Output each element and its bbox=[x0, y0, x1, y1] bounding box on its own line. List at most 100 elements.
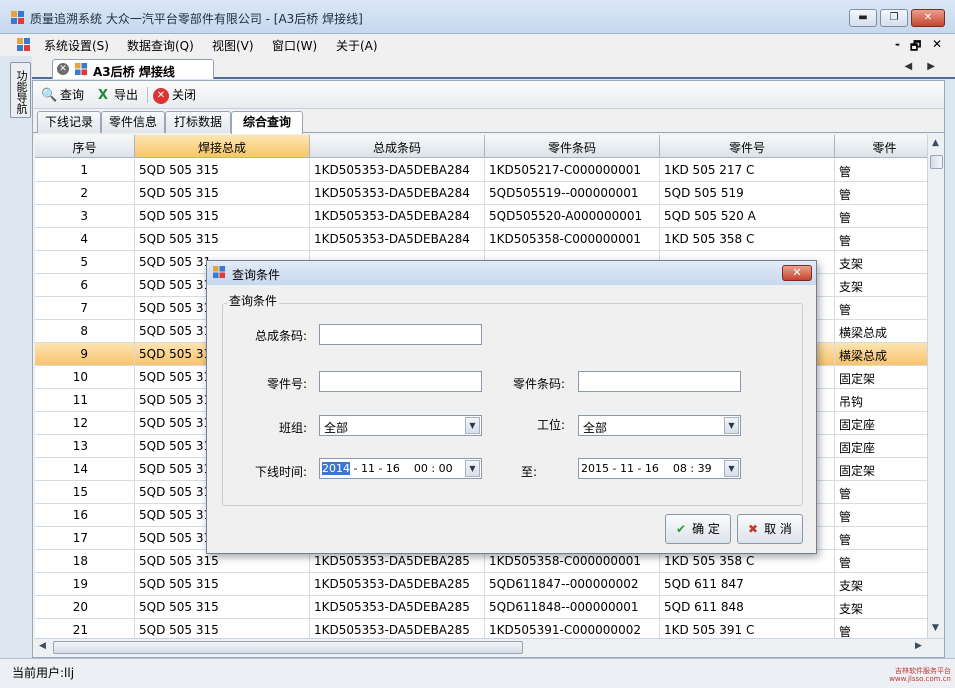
dialog-title: 查询条件 bbox=[232, 268, 281, 282]
table-cell: 21 bbox=[35, 619, 135, 638]
scroll-up-icon[interactable]: ▲ bbox=[932, 138, 939, 148]
menu-data-query[interactable]: 数据查询(Q) bbox=[127, 37, 194, 54]
table-cell: 8 bbox=[35, 320, 135, 343]
restore-button[interactable]: ❐ bbox=[880, 9, 908, 27]
table-row[interactable]: 2 5QD 505 315 1KD505353-DA5DEBA284 5QD50551… bbox=[35, 182, 927, 205]
toolbar: 🔍 查询 X 导出 ✕ 关闭 bbox=[33, 81, 944, 109]
to-datetime[interactable]: 2015 - 11 - 16 08 : 39 bbox=[581, 462, 712, 475]
table-cell: 5QD505519--000000001 bbox=[485, 182, 660, 205]
table-row[interactable]: 19 5QD 505 315 1KD505353-DA5DEBA285 5QD6118… bbox=[35, 573, 927, 596]
table-cell: 20 bbox=[35, 596, 135, 619]
menu-window[interactable]: 窗口(W) bbox=[272, 37, 317, 54]
table-cell: 5QD 505 520 A bbox=[660, 205, 835, 228]
part-barcode-label: 零件条码: bbox=[512, 377, 565, 391]
minimize-button[interactable]: ▬ bbox=[849, 9, 877, 27]
time-from-picker[interactable]: 2014 - 11 - 16 00 : 00 ▼ bbox=[319, 458, 482, 479]
column-header-col-part-barcode[interactable]: 零件条码 bbox=[485, 135, 660, 158]
menu-view[interactable]: 视图(V) bbox=[212, 37, 254, 54]
vertical-scrollbar[interactable]: ▲ ▼ bbox=[927, 135, 944, 638]
part-no-input[interactable] bbox=[319, 371, 482, 392]
function-nav-tab[interactable]: 功能导航 bbox=[10, 62, 31, 118]
doc-tab-a3-weld-line[interactable]: ✕ A3后桥 焊接线 bbox=[52, 59, 214, 79]
dialog-close-button[interactable]: ✕ bbox=[782, 265, 812, 281]
table-row[interactable]: 3 5QD 505 315 1KD505353-DA5DEBA284 5QD50552… bbox=[35, 205, 927, 228]
table-cell: 管 bbox=[835, 297, 927, 320]
from-datetime[interactable]: - 11 - 16 00 : 00 bbox=[350, 462, 452, 475]
scroll-left-icon[interactable]: ◀ bbox=[39, 641, 46, 651]
table-row[interactable]: 4 5QD 505 315 1KD505353-DA5DEBA284 1KD50535… bbox=[35, 228, 927, 251]
table-cell: 12 bbox=[35, 412, 135, 435]
part-barcode-input[interactable] bbox=[578, 371, 741, 392]
horizontal-scroll-thumb[interactable] bbox=[53, 641, 523, 654]
table-cell: 管 bbox=[835, 504, 927, 527]
calendar-dropdown-icon[interactable]: ▼ bbox=[465, 460, 480, 477]
table-cell: 支架 bbox=[835, 274, 927, 297]
export-button[interactable]: X 导出 bbox=[95, 86, 138, 104]
time-to-picker[interactable]: 2015 - 11 - 16 08 : 39 ▼ bbox=[578, 458, 741, 479]
close-panel-button[interactable]: ✕ 关闭 bbox=[153, 86, 196, 104]
chevron-down-icon[interactable]: ▼ bbox=[465, 417, 480, 434]
scroll-down-icon[interactable]: ▼ bbox=[932, 623, 939, 633]
column-header-col-part-no[interactable]: 零件号 bbox=[660, 135, 835, 158]
table-cell: 1KD505353-DA5DEBA284 bbox=[310, 228, 485, 251]
menu-system-settings[interactable]: 系统设置(S) bbox=[44, 37, 109, 54]
table-cell: 1KD505353-DA5DEBA284 bbox=[310, 182, 485, 205]
table-cell: 5QD 611 848 bbox=[660, 596, 835, 619]
table-cell: 横梁总成 bbox=[835, 343, 927, 366]
table-cell: 1KD505353-DA5DEBA285 bbox=[310, 596, 485, 619]
table-cell: 1KD 505 217 C bbox=[660, 159, 835, 182]
app-icon bbox=[11, 11, 24, 24]
column-header-col-part[interactable]: 零件 bbox=[835, 135, 927, 158]
watermark-line1: 吉林软件服务平台 bbox=[895, 667, 951, 675]
table-cell: 5QD 505 315 bbox=[135, 182, 310, 205]
mdi-restore-button[interactable]: 🗗 bbox=[910, 37, 921, 58]
tab-scroll-arrows-icon[interactable]: ◀ ▶ bbox=[904, 61, 941, 72]
chevron-down-icon[interactable]: ▼ bbox=[724, 417, 739, 434]
table-cell: 管 bbox=[835, 619, 927, 638]
mdi-close-button[interactable]: ✕ bbox=[932, 37, 942, 51]
vertical-scroll-thumb[interactable] bbox=[930, 155, 943, 169]
column-header-col-assembly-barcode[interactable]: 总成条码 bbox=[310, 135, 485, 158]
column-header-col-weld-assembly[interactable]: 焊接总成 bbox=[135, 135, 310, 158]
close-tab-icon[interactable]: ✕ bbox=[57, 63, 69, 75]
team-select[interactable]: 全部 ▼ bbox=[319, 415, 482, 436]
menu-about[interactable]: 关于(A) bbox=[336, 37, 378, 54]
ok-label: 确 定 bbox=[692, 522, 720, 536]
table-cell: 固定座 bbox=[835, 412, 927, 435]
calendar-dropdown-icon[interactable]: ▼ bbox=[724, 460, 739, 477]
query-button[interactable]: 🔍 查询 bbox=[41, 86, 84, 104]
table-cell: 管 bbox=[835, 527, 927, 550]
check-icon: ✔ bbox=[676, 522, 687, 536]
doc-tab-label: A3后桥 焊接线 bbox=[93, 65, 175, 79]
grid-header-row: 序号 焊接总成 总成条码 零件条码 零件号 零件 bbox=[35, 135, 927, 158]
tab-offline-records[interactable]: 下线记录 bbox=[37, 111, 101, 133]
ok-button[interactable]: ✔ 确 定 bbox=[665, 514, 731, 544]
scroll-right-icon[interactable]: ▶ bbox=[915, 641, 922, 651]
table-cell: 2 bbox=[35, 182, 135, 205]
table-row[interactable]: 21 5QD 505 315 1KD505353-DA5DEBA285 1KD5053… bbox=[35, 619, 927, 638]
table-cell: 1KD505358-C000000001 bbox=[485, 228, 660, 251]
table-cell: 管 bbox=[835, 205, 927, 228]
tab-marking-data[interactable]: 打标数据 bbox=[165, 111, 231, 133]
assembly-barcode-input[interactable] bbox=[319, 324, 482, 345]
search-icon: 🔍 bbox=[41, 87, 58, 103]
mdi-minimize-button[interactable]: - bbox=[895, 37, 900, 51]
table-cell: 15 bbox=[35, 481, 135, 504]
table-cell: 管 bbox=[835, 550, 927, 573]
tab-combined-query[interactable]: 综合查询 bbox=[231, 111, 303, 134]
from-year[interactable]: 2014 bbox=[322, 462, 350, 475]
horizontal-scrollbar[interactable]: ◀ ▶ bbox=[35, 638, 944, 655]
watermark: 吉林软件服务平台 www.jlsso.com.cn bbox=[889, 667, 951, 683]
dialog-title-bar: 查询条件 ✕ bbox=[207, 261, 816, 285]
close-button[interactable]: ✕ bbox=[911, 9, 945, 27]
table-cell: 7 bbox=[35, 297, 135, 320]
table-cell: 5QD 505 315 bbox=[135, 619, 310, 638]
tab-part-info[interactable]: 零件信息 bbox=[101, 111, 165, 133]
station-select[interactable]: 全部 ▼ bbox=[578, 415, 741, 436]
table-row[interactable]: 20 5QD 505 315 1KD505353-DA5DEBA285 5QD6118… bbox=[35, 596, 927, 619]
cancel-button[interactable]: ✖ 取 消 bbox=[737, 514, 803, 544]
team-value: 全部 bbox=[324, 421, 349, 435]
table-row[interactable]: 1 5QD 505 315 1KD505353-DA5DEBA284 1KD50521… bbox=[35, 159, 927, 182]
column-header-col-index[interactable]: 序号 bbox=[35, 135, 135, 158]
export-label: 导出 bbox=[114, 88, 139, 102]
